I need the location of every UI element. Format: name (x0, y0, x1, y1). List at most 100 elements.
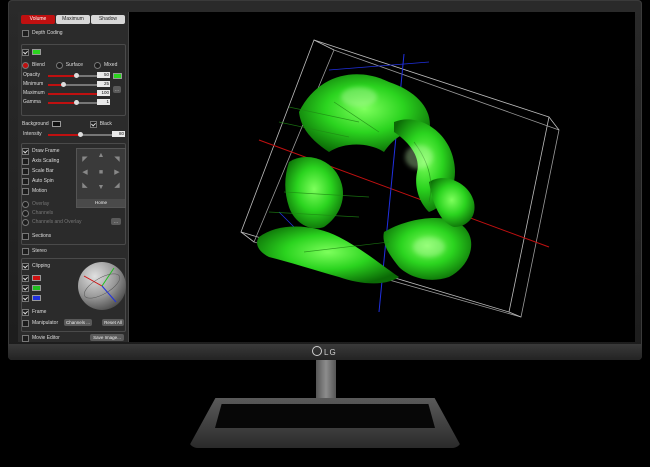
reset-all-button[interactable]: Reset All (102, 319, 124, 326)
blend-radio[interactable] (22, 61, 29, 69)
movie-editor-checkbox[interactable] (22, 334, 29, 342)
overlay-options-button[interactable]: … (111, 218, 121, 225)
lg-logo-icon (312, 346, 322, 356)
channels-row[interactable]: Channels (22, 209, 53, 217)
frame-label: Frame (32, 309, 47, 315)
surface-radio[interactable] (55, 61, 63, 69)
channels-overlay-row[interactable]: Channels and Overlay (22, 218, 81, 226)
sections-row[interactable]: Sections (22, 232, 51, 240)
motion-checkbox[interactable] (22, 187, 29, 195)
volume-render-canvas (240, 39, 560, 318)
axis-scaling-row[interactable]: Axis Scaling (22, 157, 59, 165)
clip-blue-swatch[interactable] (32, 295, 41, 301)
clip-blue-checkbox[interactable] (22, 294, 29, 302)
clip-red-swatch[interactable] (32, 275, 41, 281)
axis-scaling-checkbox[interactable] (22, 157, 29, 165)
channel-visible-checkbox[interactable] (22, 48, 29, 56)
render-settings-panel: Volume Maximum Shadow Depth Coding Blend… (18, 12, 129, 342)
3d-volume-viewport[interactable] (129, 12, 635, 342)
intensity-label: Intensity (23, 131, 42, 137)
black-label: Black (99, 121, 112, 127)
frame-row[interactable]: Frame (22, 308, 46, 316)
auto-spin-label: Auto Spin (32, 178, 54, 184)
arrow-right-icon[interactable]: ▶ (112, 168, 122, 178)
arrow-up-icon[interactable]: ▲ (96, 151, 106, 161)
stereo-checkbox[interactable] (22, 247, 29, 255)
minimum-value[interactable]: 25 (97, 81, 110, 87)
background-row: Background Black (22, 120, 112, 128)
opacity-value[interactable]: 50 (97, 72, 110, 78)
arrow-left-icon[interactable]: ◀ (80, 168, 90, 178)
tab-maximum[interactable]: Maximum (56, 15, 90, 24)
clip-green-swatch[interactable] (32, 285, 41, 291)
movie-editor-row[interactable]: Movie Editor (22, 334, 60, 342)
sections-checkbox[interactable] (22, 232, 29, 240)
clipping-row[interactable]: Clipping (22, 262, 50, 270)
draw-frame-checkbox[interactable] (22, 147, 29, 155)
tab-volume[interactable]: Volume (21, 15, 55, 24)
minimum-label: Minimum (23, 81, 44, 87)
clipping-label: Clipping (32, 263, 51, 269)
depth-coding-row[interactable]: Depth Coding (22, 29, 63, 37)
depth-coding-label: Depth Coding (32, 30, 63, 36)
opacity-label: Opacity (23, 72, 40, 78)
frame-checkbox[interactable] (22, 308, 29, 316)
clip-blue-row[interactable] (22, 294, 41, 302)
stereo-row[interactable]: Stereo (22, 247, 47, 255)
channel-row[interactable] (22, 48, 41, 56)
auto-spin-row[interactable]: Auto Spin (22, 177, 54, 185)
center-cube-icon[interactable]: ■ (96, 168, 106, 178)
save-image-button[interactable]: Save Image... (90, 334, 124, 341)
surface-label: Surface (65, 62, 84, 68)
black-checkbox[interactable] (89, 120, 97, 128)
auto-spin-checkbox[interactable] (22, 177, 29, 185)
overlay-radio[interactable] (22, 200, 29, 208)
render-mode-row: Blend Surface Mixed (22, 61, 117, 69)
stereo-label: Stereo (32, 248, 47, 254)
maximum-value[interactable]: 100 (97, 90, 110, 96)
gamma-value[interactable]: 1 (97, 99, 110, 105)
channels-overlay-label: Channels and Overlay (32, 219, 82, 225)
clip-red-checkbox[interactable] (22, 274, 29, 282)
manipulator-checkbox[interactable] (22, 319, 29, 327)
channels-radio[interactable] (22, 209, 29, 217)
clip-green-row[interactable] (22, 284, 41, 292)
background-color-swatch[interactable] (51, 121, 61, 127)
rotate-down-right-icon[interactable]: ◢ (112, 181, 122, 191)
clipping-sphere[interactable] (78, 262, 126, 310)
background-label: Background (22, 121, 49, 127)
blend-label: Blend (32, 62, 45, 68)
intensity-value[interactable]: 80 (112, 131, 125, 137)
scale-bar-label: Scale Bar (32, 168, 54, 174)
clip-green-checkbox[interactable] (22, 284, 29, 292)
draw-frame-label: Draw Frame (32, 148, 60, 154)
rotate-up-right-icon[interactable]: ◥ (112, 155, 122, 165)
rotate-down-left-icon[interactable]: ◣ (80, 181, 90, 191)
scale-bar-checkbox[interactable] (22, 167, 29, 175)
draw-frame-row[interactable]: Draw Frame (22, 147, 60, 155)
intensity-slider[interactable] (48, 132, 114, 137)
auto-range-button[interactable]: … (113, 86, 121, 93)
rotate-up-left-icon[interactable]: ◤ (80, 155, 90, 165)
tab-shadow[interactable]: Shadow (91, 15, 125, 24)
scale-bar-row[interactable]: Scale Bar (22, 167, 54, 175)
clipping-checkbox[interactable] (22, 262, 29, 270)
motion-row[interactable]: Motion (22, 187, 47, 195)
screen: Volume Maximum Shadow Depth Coding Blend… (18, 12, 635, 342)
arrow-down-icon[interactable]: ▼ (96, 183, 106, 193)
clip-red-row[interactable] (22, 274, 41, 282)
channel-color-swatch[interactable] (32, 49, 41, 55)
home-button[interactable]: Home (77, 199, 125, 207)
opacity-color-swatch[interactable] (113, 73, 122, 79)
maximum-label: Maximum (23, 90, 45, 96)
mixed-radio[interactable] (94, 61, 102, 69)
manipulator-row[interactable]: Manipulator (22, 319, 58, 327)
channels-button[interactable]: Channels ... (64, 319, 92, 326)
navigation-pad: ▲ ◤ ◥ ◀ ■ ▶ ◣ ◢ ▼ Home (76, 148, 126, 208)
overlay-row[interactable]: Overlay (22, 200, 49, 208)
depth-coding-checkbox[interactable] (22, 29, 29, 37)
gamma-label: Gamma (23, 99, 41, 105)
movie-editor-label: Movie Editor (32, 335, 60, 341)
channels-overlay-radio[interactable] (22, 218, 29, 226)
monitor-stand-cutout (215, 404, 435, 428)
